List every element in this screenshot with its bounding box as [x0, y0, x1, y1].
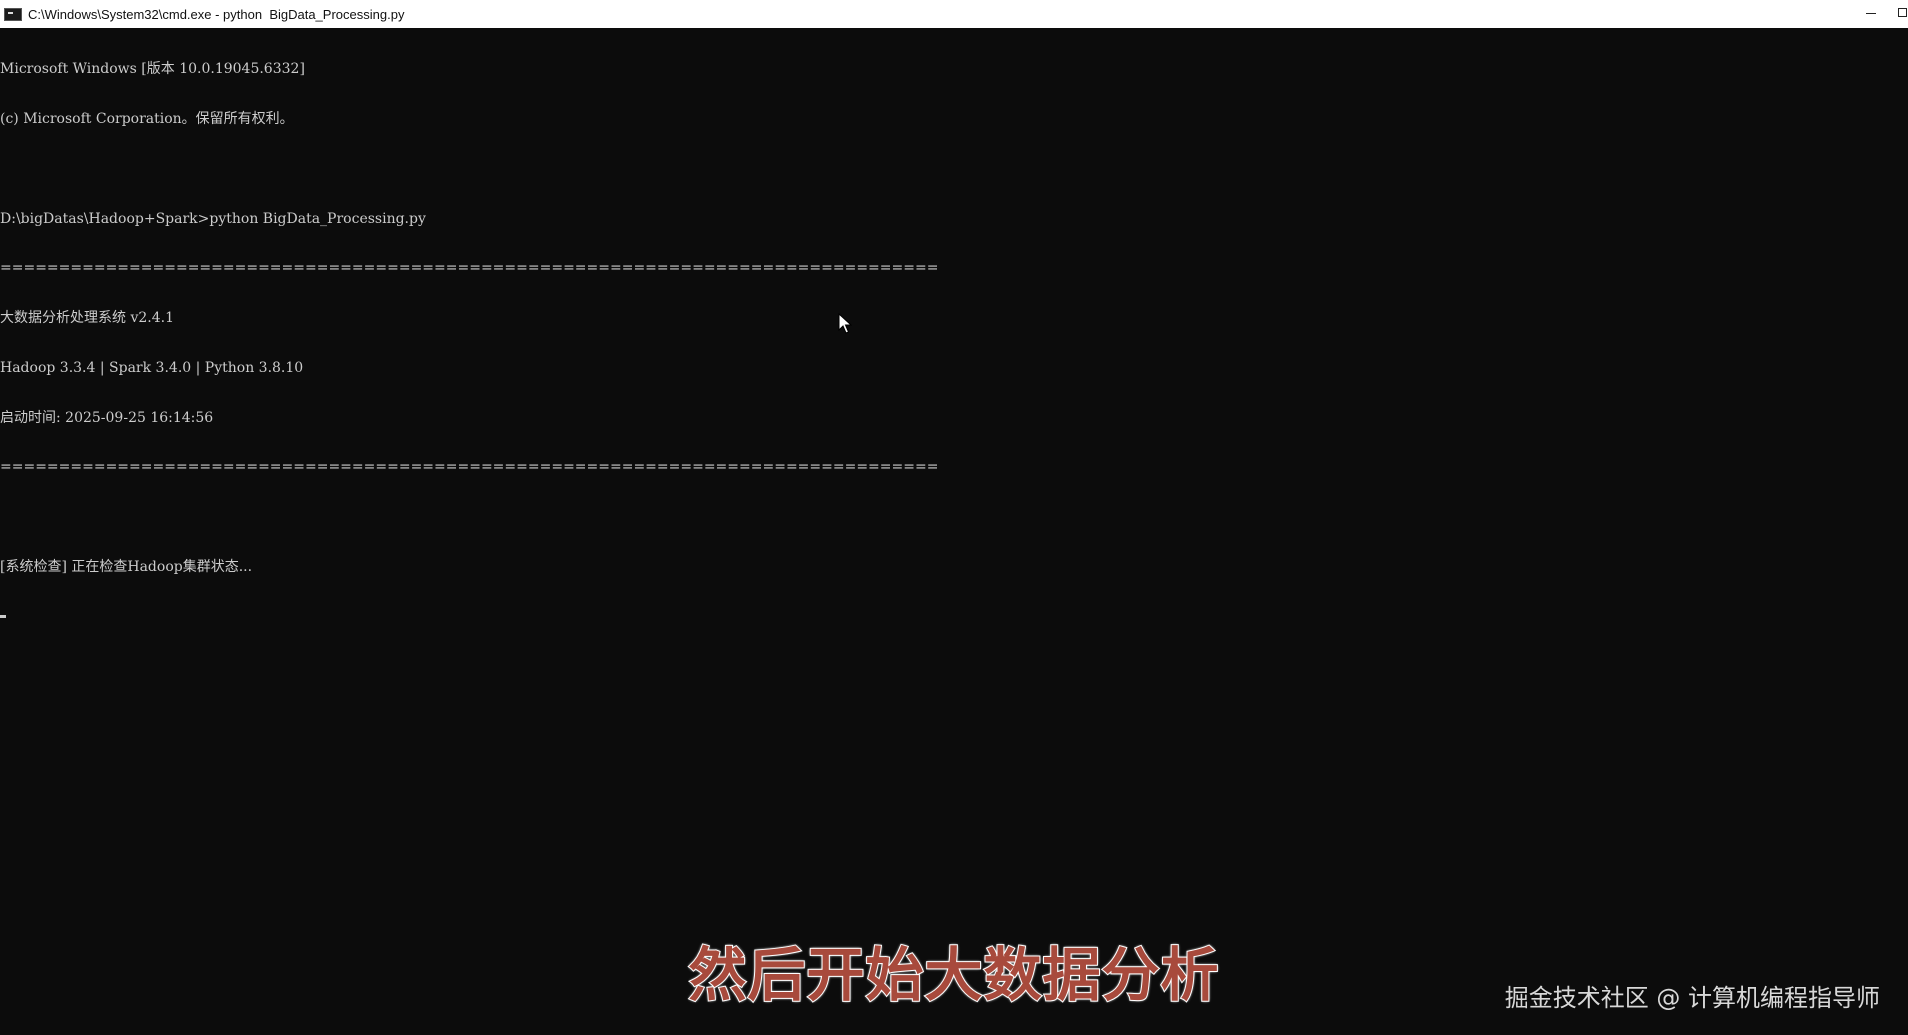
maximize-icon[interactable]	[1894, 0, 1908, 28]
console-line: (c) Microsoft Corporation。保留所有权利。	[0, 110, 294, 127]
watermark: 掘金技术社区 @ 计算机编程指导师	[1504, 984, 1880, 1012]
mouse-pointer-icon	[838, 313, 852, 334]
console-cursor-line	[0, 609, 1908, 626]
console-line: ========================================…	[0, 459, 939, 476]
cmd-window: C:\Windows\System32\cmd.exe - python Big…	[0, 0, 1908, 1035]
window-title: C:\Windows\System32\cmd.exe - python Big…	[28, 6, 405, 22]
title-bar[interactable]: C:\Windows\System32\cmd.exe - python Big…	[0, 0, 1908, 28]
console-output[interactable]: Microsoft Windows [版本 10.0.19045.6332] (…	[0, 28, 1908, 1035]
console-line: 启动时间: 2025-09-25 16:14:56	[0, 409, 214, 426]
console-line: D:\bigDatas\Hadoop+Spark>python BigData_…	[0, 210, 426, 227]
console-line: 大数据分析处理系统 v2.4.1	[0, 310, 174, 327]
window-controls	[1848, 0, 1908, 28]
console-line: Microsoft Windows [版本 10.0.19045.6332]	[0, 61, 305, 78]
console-line: ========================================…	[0, 260, 939, 277]
cmd-icon[interactable]	[4, 7, 22, 21]
text-cursor	[0, 614, 6, 618]
minimize-icon[interactable]	[1848, 0, 1894, 28]
console-line: [系统检查] 正在检查Hadoop集群状态...	[0, 559, 253, 575]
console-line: Hadoop 3.3.4 | Spark 3.4.0 | Python 3.8.…	[0, 359, 304, 376]
